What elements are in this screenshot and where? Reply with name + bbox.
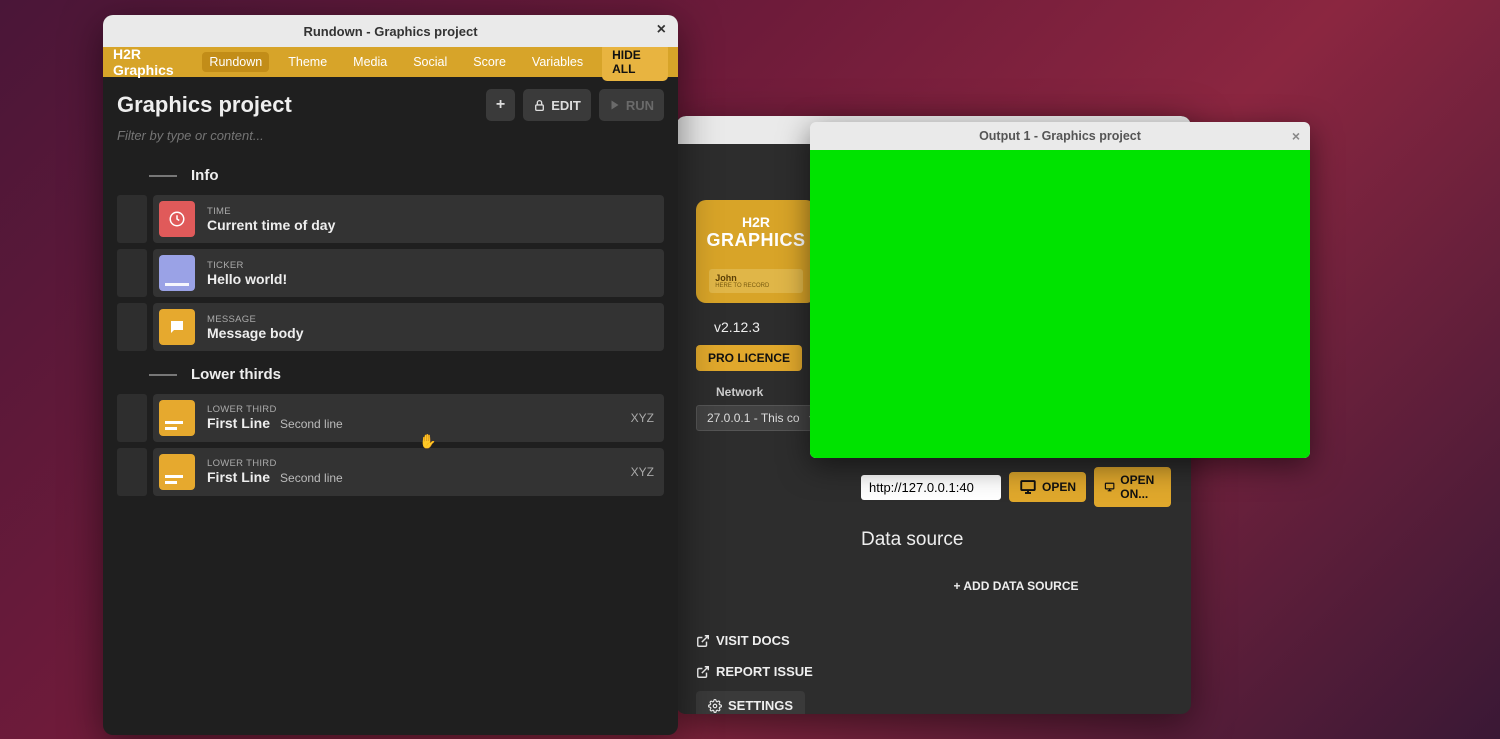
tab-rundown[interactable]: Rundown: [202, 52, 269, 72]
clock-icon: [159, 201, 195, 237]
monitor-icon: [1104, 478, 1115, 496]
drag-handle[interactable]: [117, 394, 147, 442]
rundown-item[interactable]: TICKER Hello world!: [103, 246, 678, 300]
settings-button[interactable]: SETTINGS: [696, 691, 805, 714]
window-title: Rundown - Graphics project: [303, 24, 477, 39]
tab-score[interactable]: Score: [466, 52, 513, 72]
brand-label: H2R Graphics: [113, 46, 190, 78]
add-button[interactable]: +: [486, 89, 515, 121]
tab-theme[interactable]: Theme: [281, 52, 334, 72]
edit-button[interactable]: EDIT: [523, 89, 591, 121]
nav-tabs: Rundown Theme Media Social Score Variabl…: [202, 52, 590, 72]
output-window-title: Output 1 - Graphics project: [979, 129, 1141, 143]
cursor-icon: ✋: [419, 433, 436, 450]
rundown-item[interactable]: LOWER THIRD First LineSecond line XYZ: [103, 391, 678, 445]
output-url-input[interactable]: [861, 475, 1001, 500]
hide-all-button[interactable]: HIDE ALL: [602, 43, 668, 81]
open-button[interactable]: OPEN: [1009, 472, 1086, 502]
lock-icon: [533, 99, 546, 112]
output-canvas: [810, 150, 1310, 458]
lower-third-icon: [159, 454, 195, 490]
section-divider-icon: [149, 374, 177, 376]
add-data-source-button[interactable]: + ADD DATA SOURCE: [861, 579, 1171, 593]
report-issue-link[interactable]: REPORT ISSUE: [696, 664, 1171, 679]
output-titlebar[interactable]: Output 1 - Graphics project ×: [810, 122, 1310, 150]
play-icon: [609, 99, 621, 111]
tab-social[interactable]: Social: [406, 52, 454, 72]
close-icon[interactable]: ×: [1292, 128, 1300, 144]
output-window: Output 1 - Graphics project ×: [810, 122, 1310, 458]
network-select[interactable]: 27.0.0.1 - This co: [696, 405, 823, 431]
network-label: Network: [716, 385, 816, 399]
external-link-icon: [696, 634, 710, 648]
app-brand-card: H2R GRAPHICS John HERE TO RECORD: [696, 200, 816, 303]
tab-media[interactable]: Media: [346, 52, 394, 72]
filter-input[interactable]: [117, 128, 664, 143]
pro-licence-button[interactable]: PRO LICENCE: [696, 345, 802, 371]
rundown-item[interactable]: LOWER THIRD First LineSecond line XYZ: [103, 445, 678, 499]
section-header-info: Info: [103, 155, 678, 192]
visit-docs-link[interactable]: VISIT DOCS: [696, 633, 1171, 648]
section-header-lower-thirds: Lower thirds: [103, 354, 678, 391]
rundown-window: Rundown - Graphics project × H2R Graphic…: [103, 15, 678, 735]
close-icon[interactable]: ×: [657, 21, 666, 39]
rundown-titlebar[interactable]: Rundown - Graphics project ×: [103, 15, 678, 47]
drag-handle[interactable]: [117, 195, 147, 243]
tab-variables[interactable]: Variables: [525, 52, 590, 72]
version-label: v2.12.3: [714, 319, 816, 335]
data-source-heading: Data source: [861, 529, 1171, 551]
gear-icon: [708, 699, 722, 713]
monitor-icon: [1019, 478, 1037, 496]
run-button[interactable]: RUN: [599, 89, 664, 121]
drag-handle[interactable]: [117, 249, 147, 297]
drag-handle[interactable]: [117, 303, 147, 351]
drag-handle[interactable]: [117, 448, 147, 496]
rundown-item[interactable]: MESSAGE Message body: [103, 300, 678, 354]
ticker-icon: [159, 255, 195, 291]
item-tag: XYZ: [631, 411, 654, 425]
external-link-icon: [696, 665, 710, 679]
message-icon: [159, 309, 195, 345]
project-title: Graphics project: [117, 92, 486, 118]
main-nav-bar: H2R Graphics Rundown Theme Media Social …: [103, 47, 678, 77]
lower-third-icon: [159, 400, 195, 436]
section-divider-icon: [149, 175, 177, 177]
item-tag: XYZ: [631, 465, 654, 479]
rundown-item[interactable]: TIME Current time of day: [103, 192, 678, 246]
open-on-button[interactable]: OPEN ON...: [1094, 467, 1171, 507]
sample-lower-third: John HERE TO RECORD: [709, 269, 803, 293]
